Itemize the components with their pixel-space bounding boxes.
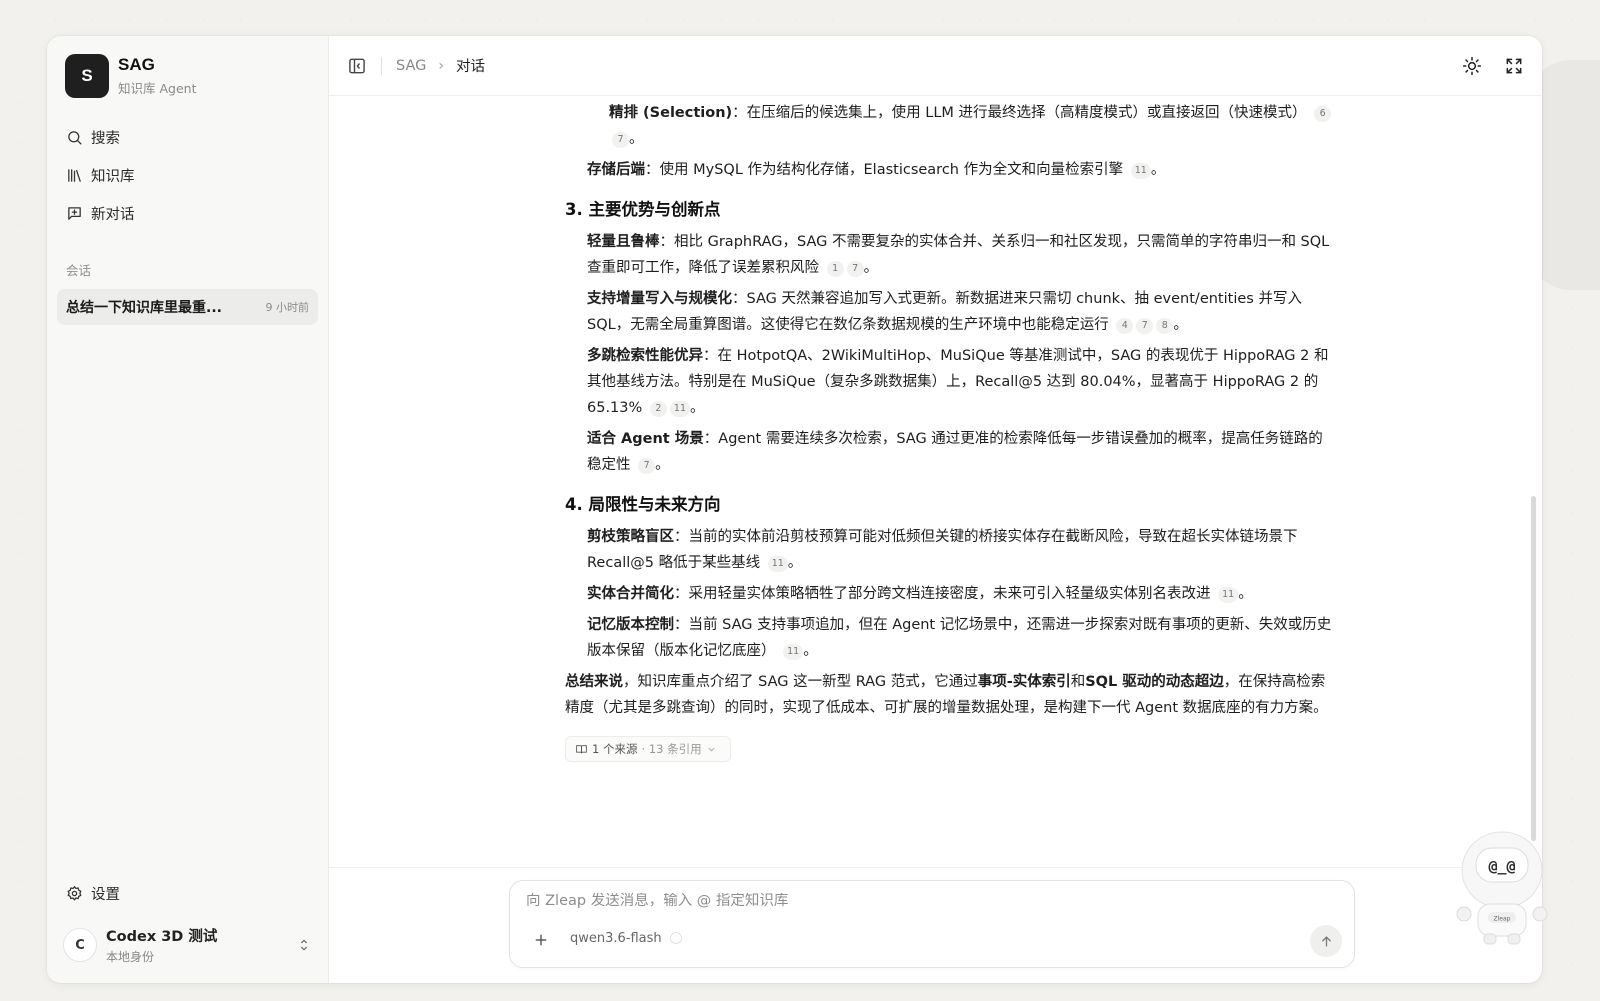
send-button[interactable] xyxy=(1310,925,1342,957)
library-icon xyxy=(68,168,81,182)
user-subtitle: 本地身份 xyxy=(106,950,155,964)
avatar: C xyxy=(63,928,97,962)
list-item: 支持增量写入与规模化：SAG 天然兼容追加写入式更新。新数据进来只需切 chun… xyxy=(587,291,1302,334)
breadcrumb-current: 对话 xyxy=(455,59,485,75)
user-switcher[interactable]: C Codex 3D 测试 本地身份 xyxy=(47,925,328,983)
sidebar: S SAG 知识库 Agent 搜索 知识库 新对话 会话 总结一下知识库里最重… xyxy=(47,36,329,983)
message-input[interactable] xyxy=(526,893,1306,909)
sidebar-nav: 搜索 知识库 新对话 xyxy=(47,110,328,232)
plus-icon[interactable] xyxy=(532,931,550,949)
list-item: 适合 Agent 场景：Agent 需要连续多次检索，SAG 通过更准的检索降低… xyxy=(587,431,1323,474)
references-count: · 13 条引用 xyxy=(641,742,702,756)
section-heading: 4. 局限性与未来方向 xyxy=(565,495,721,514)
gear-icon xyxy=(67,885,82,901)
brand-title: SAG xyxy=(118,55,155,74)
breadcrumb: SAG › 对话 xyxy=(396,55,485,76)
chevron-down-icon xyxy=(708,747,715,751)
scrollbar[interactable] xyxy=(1531,496,1536,841)
book-icon xyxy=(576,744,587,753)
settings-label: 设置 xyxy=(91,886,120,903)
new-chat-icon xyxy=(68,206,81,220)
citation-badge[interactable]: 2 xyxy=(649,401,667,417)
assistant-message: 精排 (Selection)：在压缩后的候选集上，使用 LLM 进行最终选择（高… xyxy=(565,100,1335,765)
list-item: 多跳检索性能优异：在 HotpotQA、2WikiMultiHop、MuSiQu… xyxy=(587,348,1329,417)
divider xyxy=(381,56,382,75)
citation-badge[interactable]: 6 xyxy=(1314,106,1332,122)
composer-area: qwen3.6-flash xyxy=(329,867,1542,983)
brand: S SAG 知识库 Agent xyxy=(47,36,328,110)
citation-badge[interactable]: 4 xyxy=(1116,318,1134,334)
citation-badge[interactable]: 11 xyxy=(767,556,788,572)
sidebar-item-label: 知识库 xyxy=(91,168,135,185)
brand-subtitle: 知识库 Agent xyxy=(118,81,197,96)
list-item: 存储后端：使用 MySQL 作为结构化存储，Elasticsearch 作为全文… xyxy=(587,162,1166,179)
fullscreen-icon[interactable] xyxy=(1504,56,1524,76)
sun-icon[interactable] xyxy=(1462,56,1482,76)
sources-label: 1 个来源 xyxy=(592,742,638,756)
citation-badge[interactable]: 11 xyxy=(1130,163,1151,179)
chevron-up-down-icon xyxy=(300,939,308,951)
sessions-label: 会话 xyxy=(66,263,92,278)
message-composer: qwen3.6-flash xyxy=(509,880,1355,968)
citation-badge[interactable]: 11 xyxy=(1218,587,1239,603)
list-item: 实体合并简化：采用轻量实体策略牺牲了部分跨文档连接密度，未来可引入轻量级实体别名… xyxy=(587,586,1253,603)
topbar: SAG › 对话 xyxy=(329,36,1542,96)
sidebar-item-search[interactable]: 搜索 xyxy=(57,118,318,156)
sidebar-item-new-chat[interactable]: 新对话 xyxy=(57,194,318,232)
citation-badge[interactable]: 7 xyxy=(612,132,629,148)
search-icon xyxy=(68,130,82,145)
model-label: qwen3.6-flash xyxy=(570,931,662,946)
list-item: 精排 (Selection)：在压缩后的候选集上，使用 LLM 进行最终选择（高… xyxy=(565,100,1335,152)
arrow-up-icon xyxy=(1321,935,1331,946)
sidebar-item-label: 搜索 xyxy=(91,130,120,147)
brand-logo[interactable]: S xyxy=(65,54,109,98)
citation-badge[interactable]: 7 xyxy=(638,458,656,474)
model-status-icon xyxy=(669,932,682,944)
citation-badge[interactable]: 1 xyxy=(826,261,844,277)
list-item: 剪枝策略盲区：当前的实体前沿剪枝预算可能对低频但关键的桥接实体存在截断风险，导致… xyxy=(587,529,1298,572)
settings-button[interactable]: 设置 xyxy=(47,875,328,911)
summary-paragraph: 总结来说，知识库重点介绍了 SAG 这一新型 RAG 范式，它通过事项-实体索引… xyxy=(565,674,1328,716)
user-name: Codex 3D 测试 xyxy=(106,929,218,945)
session-time: 9 小时前 xyxy=(265,301,310,314)
list-item: 记忆版本控制：当前 SAG 支持事项追加，但在 Agent 记忆场景中，还需进一… xyxy=(587,617,1332,660)
sidebar-toggle-icon[interactable] xyxy=(347,56,367,76)
session-title: 总结一下知识库里最重... xyxy=(66,300,222,316)
citation-badge[interactable]: 8 xyxy=(1156,318,1174,334)
app-window: S SAG 知识库 Agent 搜索 知识库 新对话 会话 总结一下知识库里最重… xyxy=(47,36,1542,983)
session-item[interactable]: 总结一下知识库里最重... 9 小时前 xyxy=(57,289,318,325)
main-panel: SAG › 对话 精排 (Selection)：在压缩后的候选集上，使用 LLM… xyxy=(329,36,1542,983)
sources-button[interactable]: 1 个来源 · 13 条引用 xyxy=(565,736,731,762)
citation-badge[interactable]: 11 xyxy=(669,401,690,417)
section-heading: 3. 主要优势与创新点 xyxy=(565,200,721,219)
list-item: 轻量且鲁棒：相比 GraphRAG，SAG 不需要复杂的实体合并、关系归一和社区… xyxy=(587,234,1330,277)
model-selector[interactable]: qwen3.6-flash xyxy=(570,931,682,946)
chevron-right-icon: › xyxy=(438,57,444,74)
sidebar-item-label: 新对话 xyxy=(91,206,135,223)
mascot-badge: Zleap xyxy=(1494,916,1511,923)
mascot-robot-icon[interactable]: @_@ Zleap xyxy=(1454,828,1550,948)
sidebar-item-library[interactable]: 知识库 xyxy=(57,156,318,194)
chat-scroll-area[interactable]: 精排 (Selection)：在压缩后的候选集上，使用 LLM 进行最终选择（高… xyxy=(329,96,1542,867)
citation-badge[interactable]: 7 xyxy=(1136,318,1154,334)
citation-badge[interactable]: 11 xyxy=(783,644,804,660)
breadcrumb-root[interactable]: SAG xyxy=(396,58,426,74)
mascot-face: @_@ xyxy=(1488,857,1515,875)
citation-badge[interactable]: 7 xyxy=(846,261,864,277)
